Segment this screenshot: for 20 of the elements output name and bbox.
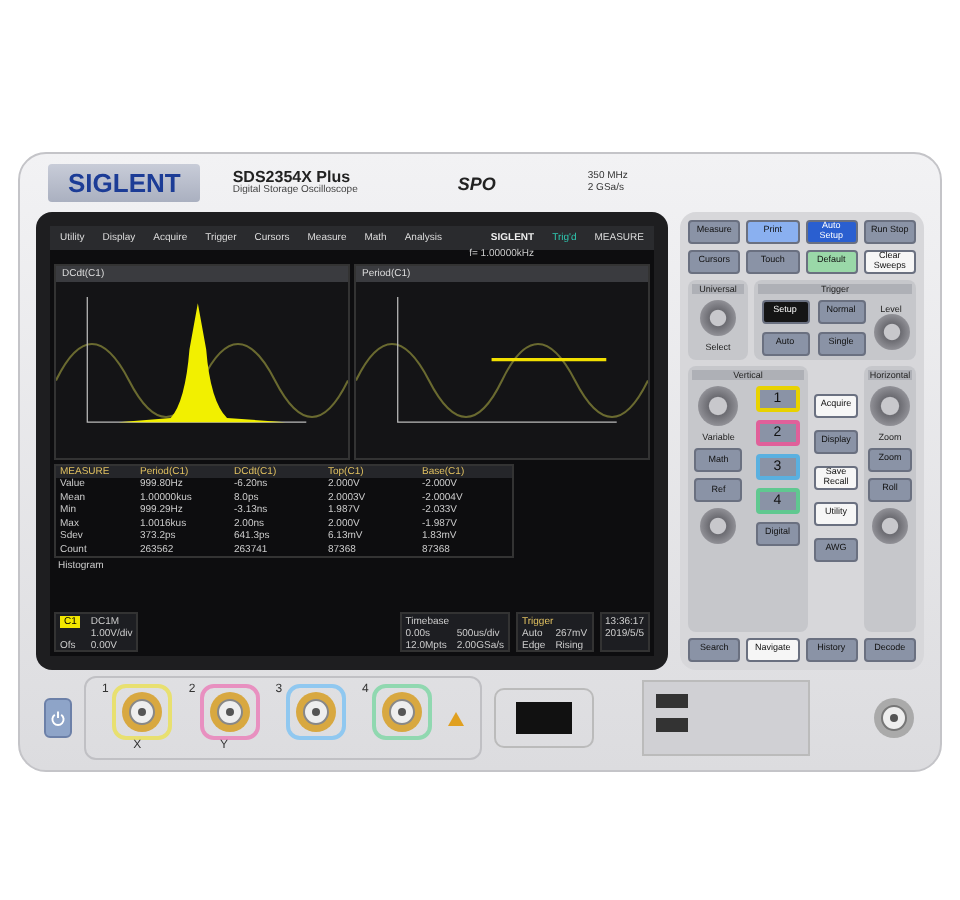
- usb-port[interactable]: [656, 718, 689, 733]
- bnc-connector-icon[interactable]: [207, 690, 252, 735]
- brand-logo: SIGLENT: [48, 164, 201, 203]
- power-button[interactable]: [44, 698, 72, 739]
- position-knob[interactable]: [700, 508, 737, 545]
- warning-icon: [448, 711, 465, 726]
- bnc-connector-icon[interactable]: [120, 690, 165, 735]
- bnc-connector-icon[interactable]: [380, 690, 425, 735]
- horizontal-knob[interactable]: [870, 385, 910, 426]
- probe-port: [516, 702, 573, 735]
- spo-logo: SPO: [457, 173, 496, 194]
- level-knob[interactable]: [873, 314, 909, 351]
- power-icon: [50, 710, 66, 727]
- bnc-connector-icon[interactable]: [872, 696, 916, 741]
- bnc-connector-icon[interactable]: [294, 690, 339, 735]
- usb-port[interactable]: [656, 694, 689, 709]
- universal-knob[interactable]: [700, 299, 736, 336]
- model-name: SDS2354X Plus: [232, 170, 351, 187]
- vertical-knob[interactable]: [698, 386, 739, 427]
- delay-knob[interactable]: [872, 507, 908, 544]
